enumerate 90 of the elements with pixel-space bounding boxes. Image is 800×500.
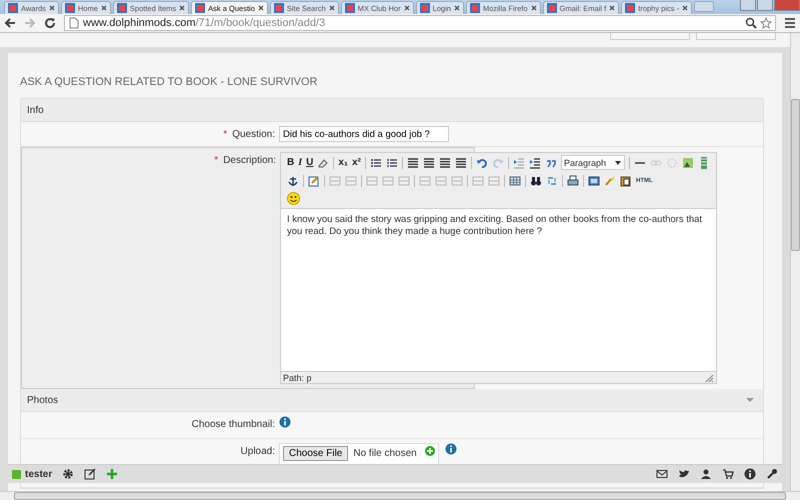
field-label: Choose thumbnail: [192, 419, 275, 430]
field-label: Upload: [240, 446, 275, 457]
editor-text[interactable]: I know you said the story was gripping and exciting. Based on other books from the co-authors that you read. Do you think they made a huge contribution here ? [281, 208, 716, 372]
close-icon[interactable] [256, 4, 265, 12]
page-icon [68, 17, 80, 29]
close-icon[interactable] [178, 4, 186, 12]
print-icon[interactable] [567, 174, 579, 186]
edit-icon[interactable] [84, 468, 96, 480]
file-status: No file chosen [353, 447, 418, 459]
close-icon[interactable] [100, 4, 108, 12]
favicon-icon [418, 2, 431, 14]
edit-icon[interactable] [308, 174, 320, 186]
menu-icon[interactable] [784, 17, 796, 29]
dropdown-value: Paragraph [564, 158, 606, 168]
close-icon[interactable] [48, 4, 56, 12]
page-heading: ASK A QUESTION RELATED TO BOOK - LONE SURVIVOR [20, 75, 318, 90]
wrench-icon[interactable] [766, 468, 778, 480]
favicon-icon [624, 2, 636, 14]
user-icon[interactable] [700, 468, 712, 480]
required-mark: * [214, 155, 218, 166]
info-icon[interactable] [744, 468, 756, 480]
caret-icon [745, 396, 755, 404]
question-field[interactable]: Did his co-authors did a good job ? [279, 126, 449, 142]
image-icon[interactable] [682, 156, 694, 168]
bullet-list-icon[interactable] [370, 156, 382, 168]
close-icon[interactable] [608, 4, 616, 12]
table-icon[interactable] [509, 174, 521, 186]
star-icon[interactable] [760, 17, 772, 29]
underline-button[interactable]: U [306, 157, 314, 168]
paste-icon[interactable] [620, 174, 632, 186]
favicon-icon [64, 2, 76, 14]
choose-file-button[interactable]: Choose File [283, 446, 348, 461]
back-icon[interactable] [4, 17, 16, 29]
brush-icon[interactable] [604, 174, 616, 186]
favicon-icon [468, 2, 481, 14]
favicon-icon [272, 2, 285, 14]
close-icon[interactable] [328, 4, 336, 12]
scrollbar-thumb[interactable] [791, 99, 800, 251]
required-mark: * [223, 129, 228, 140]
section-title: Photos [27, 394, 58, 406]
mail-icon[interactable] [656, 468, 668, 480]
info-icon[interactable] [279, 416, 291, 428]
anchor-icon[interactable] [287, 174, 299, 186]
favicon-icon [344, 2, 356, 14]
caret-icon [614, 158, 622, 166]
undo-icon[interactable] [476, 156, 488, 168]
gear-icon[interactable] [62, 468, 74, 480]
close-icon[interactable] [681, 4, 690, 12]
url-text: www.dolphinmods.com/71/m/book/question/add/3 [83, 17, 326, 29]
indent-icon[interactable] [528, 156, 541, 168]
status-square-icon [12, 470, 21, 478]
zoom-icon[interactable] [745, 17, 757, 29]
section-title: Info [27, 104, 44, 116]
format-dropdown[interactable]: Paragraph [560, 155, 625, 170]
section-header[interactable]: Info [21, 99, 763, 122]
field-label: Question: [232, 129, 275, 140]
address-field[interactable]: www.dolphinmods.com/71/m/book/question/add/3 [64, 15, 776, 31]
bird-icon[interactable] [678, 468, 690, 480]
favicon-icon [546, 2, 558, 14]
subscript-button[interactable]: x₁ [338, 157, 348, 168]
align-left-icon[interactable] [406, 156, 419, 168]
reload-icon[interactable] [44, 17, 56, 29]
section-header[interactable]: Photos [21, 389, 763, 412]
superscript-button[interactable]: x² [352, 157, 361, 168]
align-center-icon[interactable] [422, 156, 435, 168]
editor-path: Path: p [283, 372, 312, 382]
close-icon[interactable] [402, 4, 411, 12]
resize-grip-icon[interactable] [704, 372, 714, 382]
numbered-list-icon[interactable] [386, 156, 398, 168]
add-icon[interactable] [425, 446, 435, 456]
eraser-icon[interactable] [317, 156, 330, 168]
close-icon[interactable] [530, 4, 538, 12]
bold-button[interactable]: B [287, 157, 294, 168]
user-button[interactable]: tester [12, 468, 52, 480]
binoculars-icon[interactable] [530, 174, 542, 186]
italic-button[interactable]: I [298, 157, 302, 168]
info-icon[interactable] [445, 443, 457, 455]
justify-icon[interactable] [454, 156, 467, 168]
replace-icon[interactable] [546, 174, 558, 186]
smiley-icon[interactable] [287, 192, 300, 205]
cart-icon[interactable] [722, 468, 734, 480]
close-icon[interactable] [452, 4, 461, 12]
fullscreen-icon[interactable] [588, 174, 600, 186]
field-label: Description: [223, 155, 276, 166]
align-right-icon[interactable] [438, 156, 451, 168]
favicon-icon [7, 2, 19, 14]
outdent-icon[interactable] [512, 156, 525, 168]
vertical-scrollbar[interactable] [790, 33, 800, 491]
favicon-icon [116, 2, 128, 14]
favicon-icon [194, 2, 206, 14]
